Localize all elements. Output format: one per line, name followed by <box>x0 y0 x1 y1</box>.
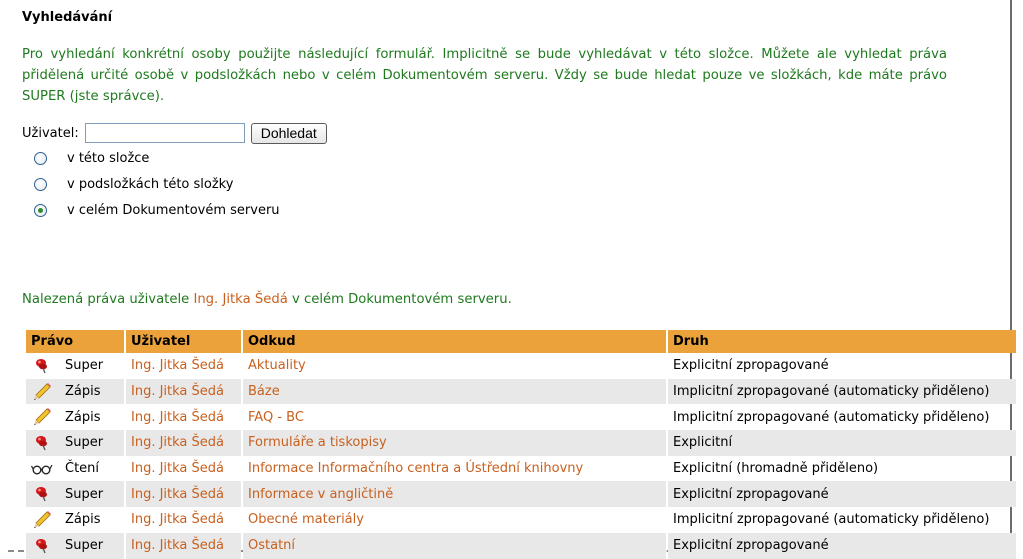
pin-icon <box>31 485 53 503</box>
glasses-icon <box>30 460 53 478</box>
header-type: Druh <box>668 330 1016 353</box>
cell-type: Explicitní <box>668 430 1016 456</box>
right-label: Čtení <box>65 461 100 477</box>
cell-from-link[interactable]: Obecné materiály <box>243 507 666 533</box>
header-user: Uživatel <box>126 330 241 353</box>
page-title: Vyhledávání <box>22 10 113 25</box>
header-right: Právo <box>26 330 124 353</box>
scope-option-server[interactable]: v celém Dokumentovém serveru <box>34 203 280 218</box>
cell-user-link[interactable]: Ing. Jitka Šedá <box>126 507 241 533</box>
cell-from-link[interactable]: Ostatní <box>243 532 666 559</box>
cell-right: Super <box>26 353 124 379</box>
cell-from-link[interactable]: Informace v angličtině <box>243 481 666 508</box>
cell-type: Explicitní zpropagované <box>668 532 1016 559</box>
user-input[interactable] <box>84 123 245 143</box>
user-search-row: Uživatel: Dohledat <box>22 121 327 145</box>
header-from: Odkud <box>243 330 666 353</box>
cell-right: Super <box>26 532 124 559</box>
right-label: Zápis <box>65 384 101 400</box>
table-row: Zápis Ing. Jitka Šedá FAQ - BC Implicitní z… <box>26 404 1016 430</box>
right-label: Super <box>65 538 104 554</box>
table-row: Zápis Ing. Jitka Šedá Obecné materiály Impl… <box>26 507 1016 533</box>
scope-option-folder[interactable]: v této složce <box>34 151 149 166</box>
scope-option-subfolders[interactable]: v podsložkách této složky <box>34 177 233 192</box>
result-user-link[interactable]: Ing. Jitka Šedá <box>193 292 287 307</box>
table-header-row: Právo Uživatel Odkud Druh <box>26 330 1016 353</box>
pin-icon <box>31 357 53 375</box>
cell-type: Explicitní zpropagované <box>668 481 1016 508</box>
cell-user-link[interactable]: Ing. Jitka Šedá <box>126 456 241 482</box>
cell-from-link[interactable]: Informace Informačního centra a Ústřední… <box>243 456 666 482</box>
radio-subfolders[interactable] <box>34 178 47 191</box>
cell-from-link[interactable]: FAQ - BC <box>243 404 666 430</box>
table-row: Zápis Ing. Jitka Šedá Báze Implicitní zprop… <box>26 378 1016 405</box>
pencil-icon <box>31 510 53 529</box>
scope-label-server: v celém Dokumentovém serveru <box>67 203 280 218</box>
scope-label-folder: v této složce <box>67 151 150 166</box>
user-label: Uživatel: <box>22 125 79 141</box>
cell-right: Zápis <box>26 404 124 430</box>
pin-icon <box>31 537 53 555</box>
right-label: Zápis <box>65 512 101 528</box>
right-label: Super <box>65 486 104 502</box>
table-row: Super Ing. Jitka Šedá Aktuality Explicitní … <box>26 353 1016 379</box>
cell-right: Zápis <box>26 378 124 405</box>
radio-server[interactable] <box>34 204 47 217</box>
table-row: Super Ing. Jitka Šedá Formuláře a tiskopis… <box>26 430 1016 456</box>
pencil-icon <box>31 408 53 426</box>
cell-user-link[interactable]: Ing. Jitka Šedá <box>126 481 241 508</box>
cell-from-link[interactable]: Formuláře a tiskopisy <box>243 430 666 456</box>
cell-user-link[interactable]: Ing. Jitka Šedá <box>126 532 241 559</box>
right-label: Super <box>65 358 104 374</box>
table-row: Super Ing. Jitka Šedá Ostatní Explicitní zp… <box>26 532 1016 559</box>
cell-type: Implicitní zpropagované (automaticky při… <box>673 512 990 528</box>
search-description: Pro vyhledání konkrétní osoby použijte n… <box>22 47 947 104</box>
scope-label-subfolders: v podsložkách této složky <box>67 177 234 192</box>
rights-table: Právo Uživatel Odkud Druh Super Ing. Jitk… <box>24 330 1018 559</box>
right-label: Zápis <box>65 409 101 425</box>
right-label: Super <box>65 435 104 451</box>
cell-user-link[interactable]: Ing. Jitka Šedá <box>126 353 241 379</box>
cell-type: Explicitní zpropagované <box>673 358 829 374</box>
cell-type: Implicitní zpropagované (automaticky při… <box>668 378 1016 405</box>
pencil-icon <box>31 382 53 401</box>
search-button[interactable]: Dohledat <box>250 122 327 144</box>
pin-icon <box>31 434 53 452</box>
cell-right: Čtení <box>26 456 124 482</box>
cell-type: Explicitní (hromadně přiděleno) <box>673 461 879 477</box>
cell-user-link[interactable]: Ing. Jitka Šedá <box>126 378 241 405</box>
table-row: Čtení Ing. Jitka Šedá Informace Informační… <box>26 456 1016 482</box>
table-row: Super Ing. Jitka Šedá Informace v angličti… <box>26 481 1016 508</box>
cell-right: Super <box>26 430 124 456</box>
cell-user-link[interactable]: Ing. Jitka Šedá <box>126 404 241 430</box>
result-suffix: v celém Dokumentovém serveru. <box>287 292 512 307</box>
cell-right: Super <box>26 481 124 508</box>
cell-right: Zápis <box>26 507 124 533</box>
cell-user-link[interactable]: Ing. Jitka Šedá <box>126 430 241 456</box>
result-summary: Nalezená práva uživatele Ing. Jitka Šedá… <box>22 292 512 307</box>
cell-type: Implicitní zpropagované (automaticky při… <box>673 409 990 425</box>
cell-from-link[interactable]: Aktuality <box>243 353 666 379</box>
radio-folder[interactable] <box>34 152 47 165</box>
cell-from-link[interactable]: Báze <box>243 378 666 405</box>
result-prefix: Nalezená práva uživatele <box>22 292 194 307</box>
